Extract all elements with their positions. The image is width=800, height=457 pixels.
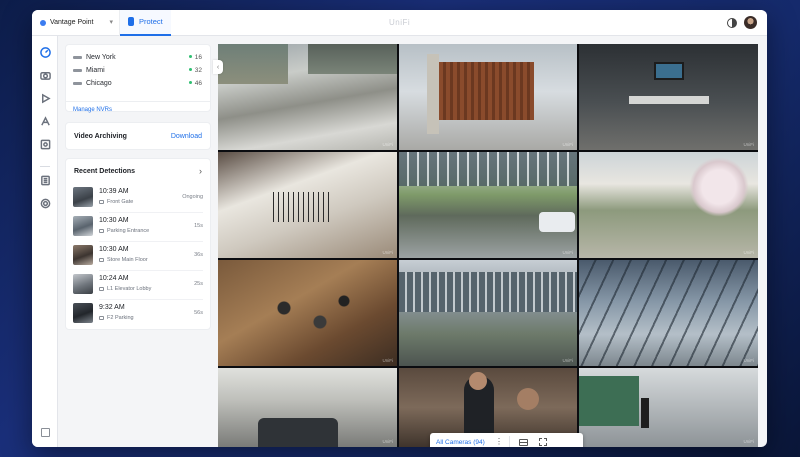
camera-tile[interactable]: UniFi (579, 44, 758, 150)
recent-detections-card: Recent Detections › 10:39 AM Front Gate … (65, 158, 211, 330)
side-panel: New York 16 Miami 32 Chicago 46 Manage N… (58, 36, 218, 447)
detection-thumbnail (73, 303, 93, 323)
detection-time: 10:30 AM (99, 217, 129, 224)
camera-tile[interactable]: UniFi (218, 152, 397, 258)
nvr-item[interactable]: Chicago 46 (73, 77, 202, 89)
online-status-icon (188, 55, 192, 59)
collapse-sidebar-icon[interactable] (41, 428, 50, 437)
camera-icon (99, 257, 104, 262)
layout-button[interactable] (513, 433, 533, 447)
camera-tile[interactable]: UniFi (218, 44, 397, 150)
more-options-icon[interactable]: ⋮ (492, 438, 506, 446)
detection-camera: Front Gate (99, 199, 133, 205)
nvr-name: Chicago (86, 79, 112, 87)
nvr-icon (73, 55, 82, 59)
nvr-count: 46 (188, 80, 202, 87)
detection-time: 9:32 AM (99, 304, 125, 311)
protect-icon (128, 17, 134, 26)
divider (66, 101, 210, 102)
camera-tile[interactable]: UniFi (579, 152, 758, 258)
detection-camera: Store Main Floor (99, 257, 148, 263)
chevron-down-icon: ▾ (109, 18, 113, 26)
fullscreen-button[interactable] (533, 433, 553, 447)
camera-tile[interactable]: UniFi (218, 260, 397, 366)
detection-time: 10:30 AM (99, 246, 129, 253)
nvr-item[interactable]: Miami 32 (73, 64, 202, 76)
camera-icon (99, 286, 104, 291)
theme-toggle-icon[interactable] (727, 18, 737, 28)
nvr-icon (73, 81, 82, 85)
chevron-right-icon[interactable]: › (199, 166, 202, 176)
detection-duration: 15s (194, 223, 203, 229)
detection-duration: 25s (194, 281, 203, 287)
online-status-icon (188, 81, 192, 85)
nvr-count: 16 (188, 54, 202, 61)
site-logo-icon (40, 19, 46, 26)
nvr-item[interactable]: New York 16 (73, 51, 202, 63)
detection-time: 10:24 AM (99, 275, 129, 282)
camera-tile[interactable]: UniFi (218, 368, 397, 447)
detection-item[interactable]: 10:30 AM Parking Entrance 15s (73, 215, 203, 242)
camera-tile[interactable]: UniFi (579, 260, 758, 366)
settings-icon[interactable] (39, 197, 51, 209)
download-link[interactable]: Download (171, 133, 202, 140)
detection-time: 10:39 AM (99, 188, 129, 195)
detection-item[interactable]: 10:39 AM Front Gate Ongoing (73, 186, 203, 213)
nvr-name: New York (86, 53, 116, 61)
tab-protect[interactable]: Protect (120, 10, 171, 36)
app-window: Vantage Point ▾ Protect UniFi New York 1… (32, 10, 767, 447)
detection-thumbnail (73, 245, 93, 265)
rail-divider (40, 166, 50, 167)
top-bar: Vantage Point ▾ Protect UniFi (32, 10, 767, 36)
all-cameras-selector[interactable]: All Cameras (94) (430, 439, 492, 446)
recent-detections-title: Recent Detections (74, 168, 136, 175)
detection-thumbnail (73, 274, 93, 294)
alarm-icon[interactable] (39, 115, 51, 127)
camera-icon[interactable] (39, 69, 51, 81)
video-archiving-title: Video Archiving (74, 133, 127, 140)
nvr-card: New York 16 Miami 32 Chicago 46 Manage N… (65, 44, 211, 113)
tab-protect-label: Protect (139, 17, 163, 26)
site-selector[interactable]: Vantage Point ▾ (32, 10, 120, 36)
detection-camera: Parking Entrance (99, 228, 149, 234)
detection-camera: L1 Elevator Lobby (99, 286, 151, 292)
dashboard-icon[interactable] (39, 46, 51, 58)
detection-camera: F2 Parking (99, 315, 134, 321)
detection-item[interactable]: 10:24 AM L1 Elevator Lobby 25s (73, 273, 203, 300)
detection-thumbnail (73, 216, 93, 236)
camera-icon (99, 315, 104, 320)
fullscreen-icon (539, 438, 547, 446)
detection-duration: Ongoing (182, 194, 203, 200)
camera-grid: UniFi UniFi UniFi UniFi UniFi UniFi UniF… (218, 44, 758, 447)
detection-duration: 36s (194, 252, 203, 258)
grid-control-bar: All Cameras (94) ⋮ (430, 433, 583, 447)
nvr-name: Miami (86, 66, 105, 74)
icon-rail (32, 36, 58, 447)
camera-tile[interactable]: UniFi (399, 152, 577, 258)
storage-icon[interactable] (39, 174, 51, 186)
online-status-icon (188, 68, 192, 72)
nvr-icon (73, 68, 82, 72)
detection-item[interactable]: 10:30 AM Store Main Floor 36s (73, 244, 203, 271)
nvr-count: 32 (188, 67, 202, 74)
detections-icon[interactable] (39, 138, 51, 150)
layout-icon (518, 438, 528, 446)
camera-tile[interactable]: UniFi (579, 368, 758, 447)
camera-tile[interactable]: UniFi (399, 44, 577, 150)
play-icon[interactable] (39, 92, 51, 104)
collapse-panel-button[interactable]: ‹ (213, 60, 223, 74)
camera-tile[interactable]: UniFi (399, 260, 577, 366)
avatar[interactable] (744, 16, 757, 29)
manage-nvrs-link[interactable]: Manage NVRs (73, 107, 112, 113)
site-name: Vantage Point (50, 19, 94, 26)
detection-item[interactable]: 9:32 AM F2 Parking 56s (73, 302, 203, 326)
detection-thumbnail (73, 187, 93, 207)
camera-icon (99, 228, 104, 233)
detection-duration: 56s (194, 310, 203, 316)
camera-icon (99, 199, 104, 204)
divider (509, 436, 510, 447)
video-archiving-card: Video Archiving Download (65, 122, 211, 150)
brand-logo: UniFi (389, 18, 411, 27)
